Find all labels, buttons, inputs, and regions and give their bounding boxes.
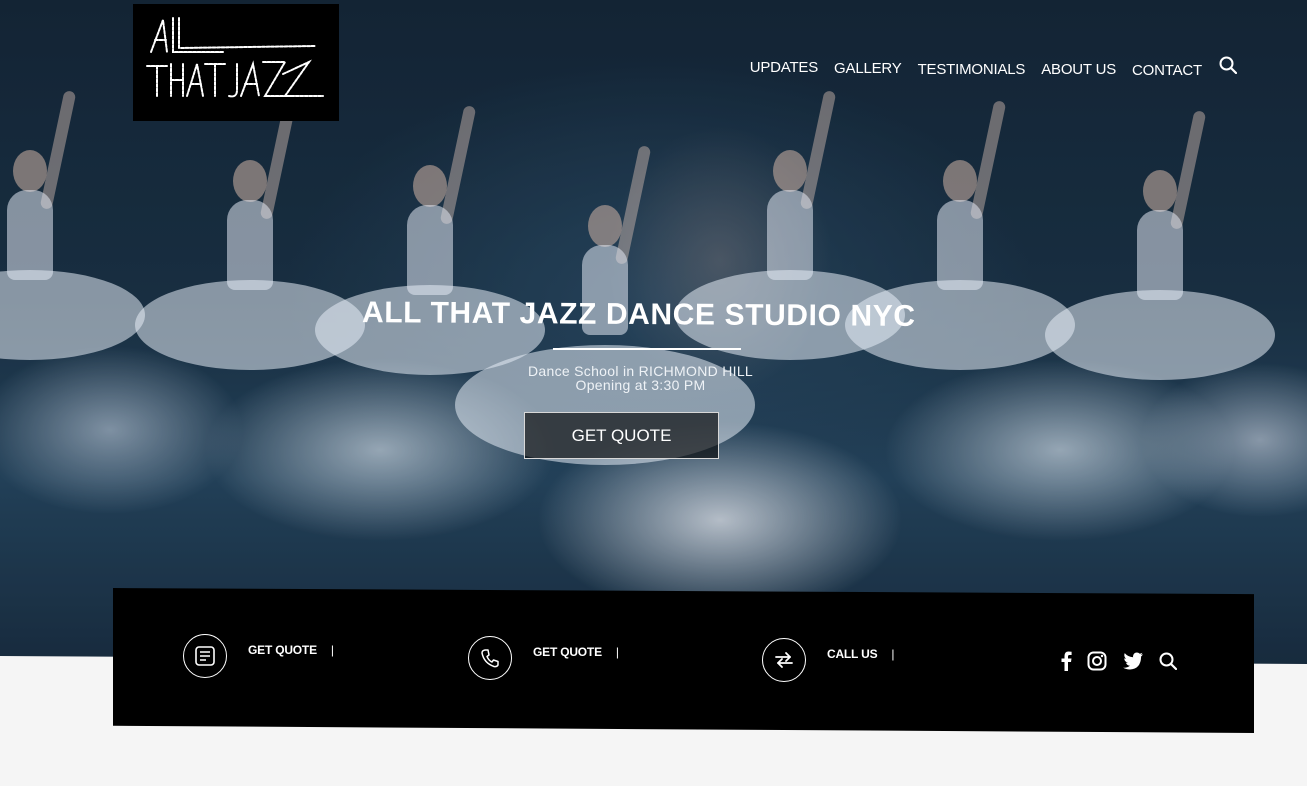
form-icon bbox=[183, 634, 227, 678]
hero-title: ALL THAT JAZZ DANCE STUDIO NYC bbox=[361, 296, 916, 333]
facebook-icon[interactable] bbox=[1060, 651, 1072, 671]
main-nav: UPDATES GALLERY TESTIMONIALS ABOUT US CO… bbox=[734, 56, 1238, 79]
get-quote-button[interactable]: GET QUOTE bbox=[524, 412, 719, 459]
instagram-icon[interactable] bbox=[1087, 651, 1107, 671]
info-item-get-quote[interactable]: GET QUOTE | bbox=[183, 634, 334, 678]
nav-updates[interactable]: UPDATES bbox=[750, 59, 819, 76]
search-icon[interactable] bbox=[1159, 652, 1177, 670]
info-separator: | bbox=[615, 645, 619, 659]
swap-arrows-icon bbox=[762, 638, 806, 682]
phone-icon bbox=[468, 636, 512, 680]
hero-subtitle-line1: Dance School in RICHMOND HILL bbox=[528, 363, 753, 379]
hero-content: ALL THAT JAZZ DANCE STUDIO NYC Dance Sch… bbox=[0, 296, 1307, 459]
info-item-call-us[interactable]: CALL US | bbox=[762, 638, 895, 682]
info-item-get-quote-phone[interactable]: GET QUOTE | bbox=[468, 636, 619, 680]
nav-testimonials[interactable]: TESTIMONIALS bbox=[918, 61, 1026, 78]
info-separator: | bbox=[891, 647, 895, 661]
hero-divider bbox=[552, 348, 741, 350]
social-links bbox=[1060, 651, 1192, 671]
info-label: GET QUOTE bbox=[248, 643, 317, 657]
nav-contact[interactable]: CONTACT bbox=[1132, 62, 1202, 79]
logo-image bbox=[146, 17, 324, 98]
twitter-icon[interactable] bbox=[1122, 652, 1144, 670]
nav-gallery[interactable]: GALLERY bbox=[834, 60, 902, 77]
info-separator: | bbox=[330, 643, 334, 657]
info-label: GET QUOTE bbox=[533, 645, 602, 659]
site-logo[interactable] bbox=[133, 4, 339, 121]
info-bar: GET QUOTE | GET QUOTE | CALL US | bbox=[113, 588, 1254, 733]
hero-subtitle-line2: Opening at 3:30 PM bbox=[575, 377, 706, 393]
search-icon[interactable] bbox=[1219, 56, 1238, 79]
nav-about-us[interactable]: ABOUT US bbox=[1041, 61, 1116, 78]
info-label: CALL US bbox=[827, 647, 878, 661]
